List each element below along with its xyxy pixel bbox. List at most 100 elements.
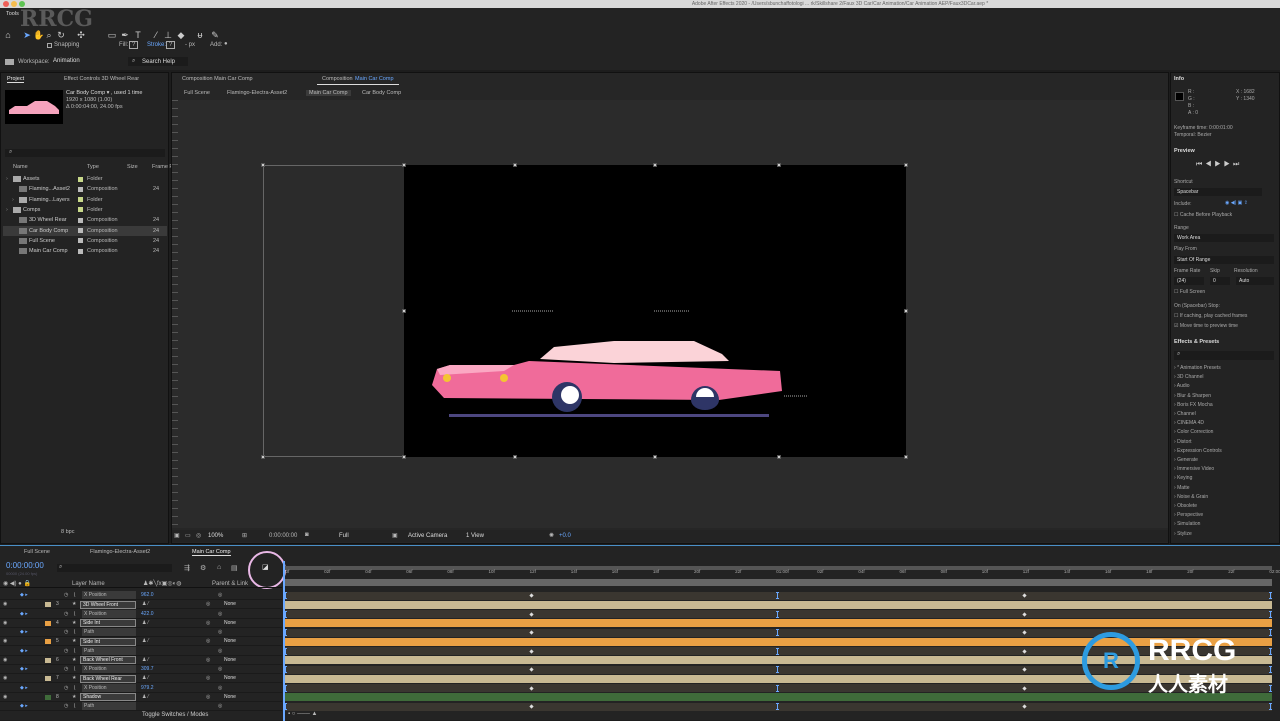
selection-tool-icon[interactable]: ➤ bbox=[22, 30, 32, 40]
property-value[interactable]: 979.2 bbox=[141, 684, 154, 693]
parent-select[interactable]: None bbox=[224, 637, 269, 646]
effects-category[interactable]: › Noise & Grain bbox=[1174, 494, 1208, 500]
grid-icon[interactable]: ⊞ bbox=[242, 532, 247, 539]
keyframe-diamond[interactable] bbox=[529, 667, 534, 672]
transform-handle[interactable] bbox=[261, 455, 265, 459]
effects-category[interactable]: › Audio bbox=[1174, 383, 1190, 389]
effects-category[interactable]: › Expression Controls bbox=[1174, 448, 1222, 454]
eraser-tool-icon[interactable]: ◆ bbox=[176, 30, 186, 40]
resolution-select-preview[interactable]: Auto bbox=[1236, 277, 1274, 285]
keyframe-diamond[interactable] bbox=[1022, 648, 1027, 654]
display-icon[interactable]: ▭ bbox=[185, 532, 191, 539]
effects-category[interactable]: › Immersive Video bbox=[1174, 466, 1214, 472]
region-icon[interactable]: ▣ bbox=[392, 532, 398, 539]
tab-composition-1[interactable]: Composition Main Car Comp bbox=[182, 76, 253, 82]
stroke-swatch[interactable]: ? bbox=[166, 41, 176, 49]
keyframe-diamond[interactable] bbox=[1022, 704, 1027, 709]
stroke-label[interactable]: Stroke: bbox=[147, 42, 166, 48]
tab-composition-active[interactable]: Main Car Comp bbox=[355, 76, 394, 82]
visibility-eye-icon[interactable]: ◉ bbox=[3, 693, 7, 702]
frame-rate-select[interactable]: (24) bbox=[1174, 277, 1204, 285]
label-color-swatch[interactable] bbox=[78, 248, 83, 254]
minimize-window-button[interactable] bbox=[11, 1, 17, 7]
add-icon[interactable]: ● bbox=[224, 41, 228, 47]
property-value[interactable]: 422.0 bbox=[141, 610, 154, 619]
pickwhip-icon[interactable]: ◎ bbox=[206, 693, 210, 702]
layer-row[interactable]: ◉ 8 ★ Shadow ♟ ⁄ ◎ None bbox=[0, 693, 282, 702]
range-select[interactable]: Work Area bbox=[1174, 234, 1274, 242]
play-from-select[interactable]: Start Of Range bbox=[1174, 256, 1274, 264]
transform-handle[interactable] bbox=[513, 163, 517, 167]
expression-pickwhip-icon[interactable]: ◎ bbox=[218, 702, 222, 711]
transform-handle[interactable] bbox=[513, 455, 517, 459]
tab-project[interactable]: Project bbox=[7, 76, 25, 83]
transform-handle[interactable] bbox=[402, 163, 406, 167]
breadcrumb-item[interactable]: Flamingo-Electra-Asset2 bbox=[227, 90, 287, 96]
transform-handle[interactable] bbox=[402, 455, 406, 459]
keyframe-diamond[interactable] bbox=[529, 593, 534, 598]
property-row[interactable]: ◆ ▸ ◷ ⌊ Path ◎ bbox=[0, 646, 282, 656]
property-row[interactable]: ◆ ▸ ◷ ⌊ X Position 962.0 ◎ bbox=[0, 591, 282, 600]
puppet-tool-icon[interactable]: ✎ bbox=[210, 30, 220, 40]
property-value[interactable]: 309.7 bbox=[141, 665, 154, 674]
stroke-width[interactable]: - px bbox=[185, 42, 195, 48]
layer-row[interactable]: ◉ 7 ★ Back Wheel Rear ♟ ⁄ ◎ None bbox=[0, 674, 282, 684]
stopwatch-icon[interactable]: ◷ bbox=[64, 647, 68, 656]
layer-switches[interactable]: ♟ ⁄ bbox=[142, 600, 149, 609]
keyframe-hold[interactable] bbox=[776, 592, 779, 599]
snapshot-icon[interactable]: ▣ bbox=[174, 532, 180, 539]
close-window-button[interactable] bbox=[3, 1, 9, 7]
pickwhip-icon[interactable]: ◎ bbox=[206, 619, 210, 628]
property-row[interactable]: ◆ ▸ ◷ ⌊ Path ◎ bbox=[0, 702, 282, 711]
layer-row[interactable]: ◉ 6 ★ Back Wheel Front ♟ ⁄ ◎ None bbox=[0, 656, 282, 665]
project-item[interactable]: › Flaming...Layers Folder bbox=[3, 195, 167, 205]
transform-handle[interactable] bbox=[261, 163, 265, 167]
keyframe-nav-icon[interactable]: ◆ ▸ bbox=[20, 591, 28, 600]
keyframe-hold[interactable] bbox=[1269, 703, 1272, 710]
transform-handle[interactable] bbox=[777, 163, 781, 167]
current-time[interactable]: 0:00:00:00 bbox=[269, 533, 297, 539]
effects-category[interactable]: › Perspective bbox=[1174, 512, 1203, 518]
effects-category[interactable]: › 3D Channel bbox=[1174, 374, 1203, 380]
camera-select[interactable]: Active Camera bbox=[408, 533, 447, 539]
layer-name[interactable]: Side Int bbox=[80, 619, 136, 628]
timeline-tab[interactable]: Full Scene bbox=[24, 549, 50, 555]
stopwatch-icon[interactable]: ◷ bbox=[64, 610, 68, 619]
parent-select[interactable]: None bbox=[224, 600, 269, 609]
layer-name[interactable]: Shadow bbox=[80, 693, 136, 702]
layer-duration-bar[interactable] bbox=[284, 619, 1272, 628]
keyframe-nav-icon[interactable]: ◆ ▸ bbox=[20, 702, 28, 711]
full-screen-checkbox[interactable]: ☐ Full Screen bbox=[1174, 289, 1205, 295]
keyframe-track[interactable] bbox=[284, 702, 1272, 711]
parent-select[interactable]: None bbox=[224, 619, 269, 628]
layer-label-color[interactable] bbox=[45, 694, 51, 700]
layer-switches[interactable]: ♟ ⁄ bbox=[142, 619, 149, 628]
chevron-icon[interactable]: › bbox=[6, 205, 8, 215]
camera-snapshot-icon[interactable]: ◙ bbox=[305, 532, 309, 538]
view-layout-select[interactable]: 1 View bbox=[466, 533, 484, 539]
expression-pickwhip-icon[interactable]: ◎ bbox=[218, 628, 222, 637]
expression-pickwhip-icon[interactable]: ◎ bbox=[218, 610, 222, 619]
draft-3d-icon[interactable]: ⚙ bbox=[200, 564, 206, 572]
chevron-icon[interactable]: › bbox=[12, 195, 14, 205]
include-video-audio-icons[interactable]: ◉ ◀) ▣ ⇪ bbox=[1225, 200, 1248, 206]
project-item[interactable]: Flaming...Asset2 Composition 24 bbox=[3, 184, 167, 194]
transform-handle[interactable] bbox=[653, 455, 657, 459]
keyframe-diamond[interactable] bbox=[1022, 593, 1027, 598]
resolution-select[interactable]: Full bbox=[339, 533, 379, 539]
zoom-select[interactable]: 100% bbox=[208, 533, 223, 539]
composition-viewer[interactable] bbox=[172, 100, 1168, 528]
effects-category[interactable]: › Boris FX Mocha bbox=[1174, 402, 1213, 408]
visibility-eye-icon[interactable]: ◉ bbox=[3, 619, 7, 628]
roto-brush-tool-icon[interactable]: ᵾ bbox=[195, 30, 205, 40]
project-item[interactable]: 3D Wheel Rear Composition 24 bbox=[3, 215, 167, 225]
transform-handle[interactable] bbox=[402, 309, 406, 313]
exposure-icon[interactable]: ✺ bbox=[549, 532, 554, 539]
layer-switches[interactable]: ♟ ⁄ bbox=[142, 693, 149, 702]
visibility-eye-icon[interactable]: ◉ bbox=[3, 600, 7, 609]
stopwatch-icon[interactable]: ◷ bbox=[64, 628, 68, 637]
skip-select[interactable]: 0 bbox=[1210, 277, 1230, 285]
rotate-tool-icon[interactable]: ↻ bbox=[56, 30, 66, 40]
effects-search-input[interactable]: ⌕ bbox=[1174, 351, 1274, 360]
effects-category[interactable]: › Channel bbox=[1174, 411, 1196, 417]
